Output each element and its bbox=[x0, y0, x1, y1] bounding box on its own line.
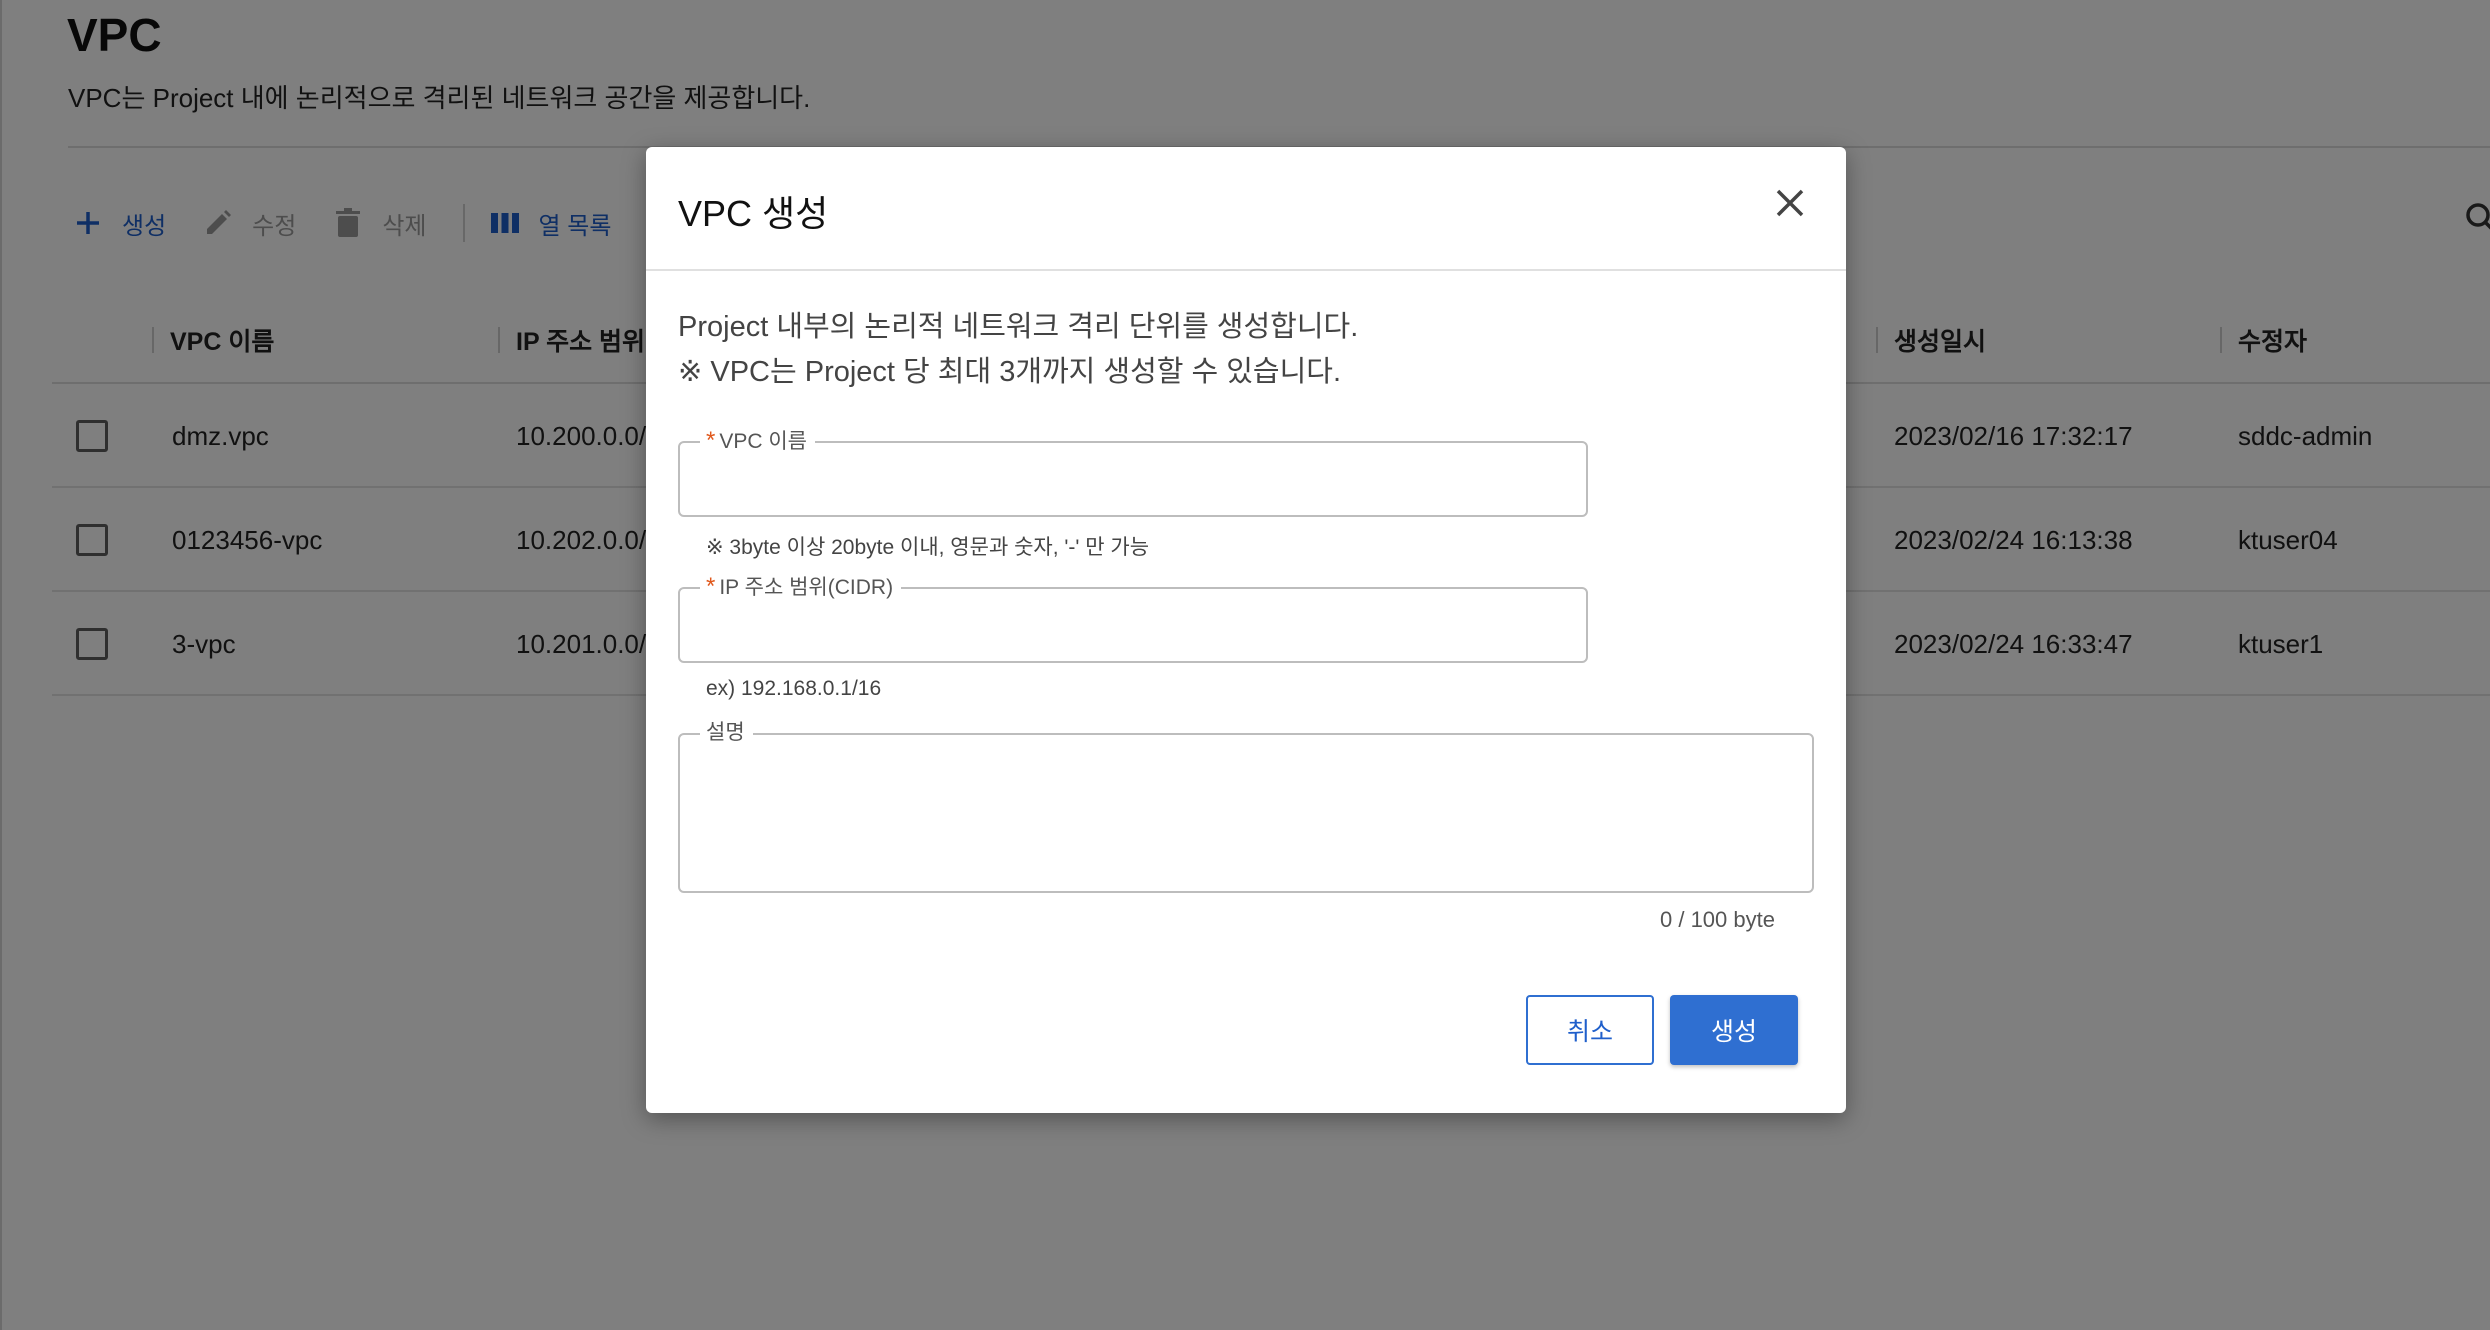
vpc-name-helper: ※ 3byte 이상 20byte 이내, 영문과 숫자, '-' 만 가능 bbox=[706, 536, 1150, 559]
vpc-name-field: * VPC 이름 bbox=[678, 428, 1588, 517]
description-field: 설명 bbox=[678, 720, 1814, 893]
create-vpc-dialog: VPC 생성 Project 내부의 논리적 네트워크 격리 단위를 생성합니다… bbox=[646, 147, 1846, 1113]
vpc-name-label: * VPC 이름 bbox=[700, 428, 815, 455]
vpc-name-input[interactable] bbox=[680, 443, 1586, 515]
cancel-button[interactable]: 취소 bbox=[1526, 995, 1654, 1065]
create-submit-button[interactable]: 생성 bbox=[1670, 995, 1798, 1065]
intro-line: Project 내부의 논리적 네트워크 격리 단위를 생성합니다. bbox=[678, 311, 1359, 343]
cidr-label: * IP 주소 범위(CIDR) bbox=[700, 574, 902, 601]
dialog-header: VPC 생성 bbox=[646, 147, 1846, 271]
description-byte-counter: 0 / 100 byte bbox=[1660, 907, 1775, 932]
description-textarea[interactable] bbox=[680, 735, 1812, 891]
dialog-intro: Project 내부의 논리적 네트워크 격리 단위를 생성합니다. ※ VPC… bbox=[678, 305, 1358, 395]
close-icon[interactable] bbox=[1768, 181, 1812, 225]
dialog-title: VPC 생성 bbox=[678, 193, 829, 234]
cidr-helper: ex) 192.168.0.1/16 bbox=[706, 677, 882, 700]
intro-note: ※ VPC는 Project 당 최대 3개까지 생성할 수 있습니다. bbox=[678, 356, 1342, 388]
description-label: 설명 bbox=[700, 720, 753, 746]
cidr-field: * IP 주소 범위(CIDR) bbox=[678, 574, 1588, 663]
